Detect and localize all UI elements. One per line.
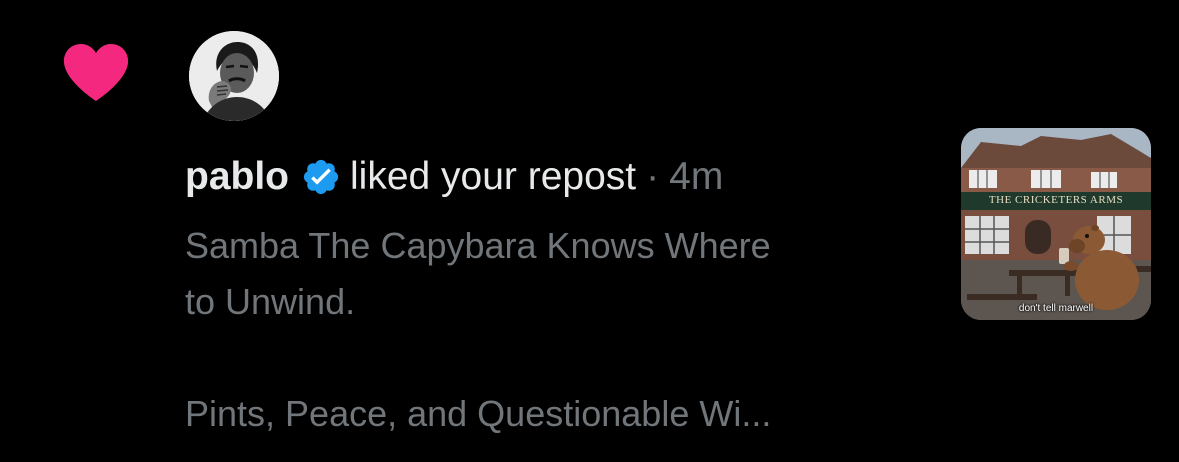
post-preview[interactable]: Samba The Capybara Knows Where to Unwind… xyxy=(185,218,925,442)
post-thumbnail[interactable]: THE CRICKETERS ARMS don't tell marwell xyxy=(961,128,1151,320)
post-text-line: Pints, Peace, and Questionable Wi... xyxy=(185,393,772,434)
thumbnail-caption: don't tell marwell xyxy=(1018,303,1094,314)
post-text-line: to Unwind. xyxy=(185,281,356,322)
timestamp: 4m xyxy=(669,155,724,198)
verified-badge-icon xyxy=(301,157,341,197)
post-text-line: Samba The Capybara Knows Where xyxy=(185,225,771,266)
action-text: liked your repost xyxy=(350,155,637,198)
notification-headline: pablo liked your repost · 4m xyxy=(185,152,723,202)
avatar[interactable] xyxy=(189,31,279,121)
separator-dot: · xyxy=(646,155,660,198)
user-name[interactable]: pablo xyxy=(185,152,289,202)
like-notification[interactable]: pablo liked your repost · 4m Samba The C… xyxy=(0,0,1179,462)
thumbnail-sign-text: THE CRICKETERS ARMS xyxy=(988,194,1124,206)
heart-icon xyxy=(63,44,129,102)
